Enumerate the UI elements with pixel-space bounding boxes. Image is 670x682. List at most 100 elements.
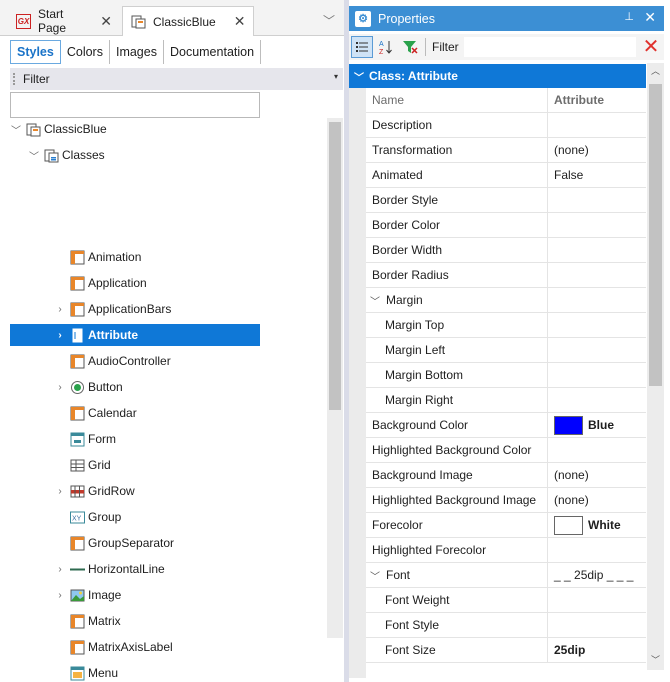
property-row[interactable]: Description bbox=[366, 113, 646, 138]
property-value[interactable] bbox=[548, 538, 646, 562]
clear-filter-icon[interactable]: ✕ bbox=[641, 36, 661, 58]
property-row[interactable]: Font Style bbox=[366, 613, 646, 638]
tree-filter-input[interactable] bbox=[10, 92, 260, 118]
tree-item-gridrow[interactable]: › GridRow bbox=[54, 480, 304, 502]
property-value[interactable] bbox=[548, 363, 646, 387]
chevron-down-icon[interactable]: ﹀ bbox=[28, 148, 40, 163]
property-value[interactable] bbox=[548, 588, 646, 612]
tab-styles[interactable]: Styles bbox=[10, 40, 61, 64]
property-row[interactable]: Transformation (none) bbox=[366, 138, 646, 163]
property-row[interactable]: Background Image (none) bbox=[366, 463, 646, 488]
property-value[interactable]: (none) bbox=[548, 138, 646, 162]
tree-folder-classes[interactable]: ﹀ Classes bbox=[28, 144, 278, 166]
close-icon[interactable]: ✕ bbox=[234, 13, 246, 30]
property-value[interactable]: White bbox=[548, 513, 646, 537]
chevron-down-icon[interactable]: ﹀ bbox=[10, 122, 22, 137]
color-swatch[interactable] bbox=[554, 515, 583, 535]
tree-item-form[interactable]: Form bbox=[54, 428, 304, 450]
properties-scrollbar-thumb[interactable] bbox=[649, 84, 662, 386]
property-value[interactable] bbox=[548, 213, 646, 237]
toolbar-overflow-icon[interactable]: ▾ bbox=[331, 72, 341, 86]
property-value[interactable]: Attribute bbox=[548, 88, 646, 112]
property-value[interactable]: (none) bbox=[548, 463, 646, 487]
property-value[interactable]: 25dip bbox=[548, 638, 646, 662]
chevron-down-icon[interactable]: ﹀ bbox=[370, 568, 380, 583]
tree-item-button[interactable]: › Button bbox=[54, 376, 304, 398]
property-value[interactable] bbox=[548, 438, 646, 462]
tree-item-applicationbars[interactable]: › ApplicationBars bbox=[54, 298, 304, 320]
property-value[interactable] bbox=[548, 263, 646, 287]
tree-item-grid[interactable]: Grid bbox=[54, 454, 304, 476]
property-row[interactable]: Border Radius bbox=[366, 263, 646, 288]
property-value[interactable] bbox=[548, 613, 646, 637]
tree-item-image[interactable]: › Image bbox=[54, 584, 304, 606]
property-row[interactable]: Margin Right bbox=[366, 388, 646, 413]
close-icon[interactable]: ✕ bbox=[644, 9, 656, 26]
chevron-right-icon[interactable]: › bbox=[54, 330, 66, 341]
tree-scrollbar-thumb[interactable] bbox=[329, 122, 341, 410]
tree-item-matrixaxislabel[interactable]: MatrixAxisLabel bbox=[54, 636, 304, 658]
property-value[interactable] bbox=[548, 338, 646, 362]
close-icon[interactable]: ✕ bbox=[100, 13, 112, 30]
property-row[interactable]: ﹀ Font _ _ 25dip _ _ _ bbox=[366, 563, 646, 588]
tree-item-attribute[interactable]: › Attribute bbox=[10, 324, 260, 346]
property-row[interactable]: Animated False bbox=[366, 163, 646, 188]
tree-item-matrix[interactable]: Matrix bbox=[54, 610, 304, 632]
property-row[interactable]: Background Color Blue bbox=[366, 413, 646, 438]
filter-icon[interactable] bbox=[399, 36, 421, 58]
property-row[interactable]: Border Style bbox=[366, 188, 646, 213]
class-category-header[interactable]: ﹀ Class: Attribute bbox=[349, 64, 646, 88]
property-value[interactable] bbox=[548, 388, 646, 412]
chevron-down-icon[interactable]: ﹀ bbox=[370, 293, 380, 308]
property-value[interactable]: (none) bbox=[548, 488, 646, 512]
property-value[interactable]: False bbox=[548, 163, 646, 187]
property-row[interactable]: Margin Bottom bbox=[366, 363, 646, 388]
chevron-right-icon[interactable]: › bbox=[54, 564, 66, 575]
property-row[interactable]: Highlighted Background Image (none) bbox=[366, 488, 646, 513]
chevron-right-icon[interactable]: › bbox=[54, 382, 66, 393]
tab-images[interactable]: Images bbox=[110, 40, 164, 64]
property-value[interactable]: _ _ 25dip _ _ _ bbox=[548, 563, 646, 587]
tree-item-application[interactable]: Application bbox=[54, 272, 304, 294]
tab-start-page[interactable]: GX Start Page ✕ bbox=[8, 6, 120, 36]
property-row[interactable]: Border Color bbox=[366, 213, 646, 238]
tree-item-menu[interactable]: Menu bbox=[54, 662, 304, 682]
tab-classicblue[interactable]: ClassicBlue ✕ bbox=[122, 6, 254, 36]
pin-icon[interactable]: ⊥ bbox=[624, 10, 634, 23]
chevron-right-icon[interactable]: › bbox=[54, 590, 66, 601]
property-value[interactable] bbox=[548, 188, 646, 212]
tree-item-calendar[interactable]: Calendar bbox=[54, 402, 304, 424]
tree-item-audiocontroller[interactable]: AudioController bbox=[54, 350, 304, 372]
property-row[interactable]: Font Weight bbox=[366, 588, 646, 613]
property-row[interactable]: ﹀ Margin bbox=[366, 288, 646, 313]
property-row[interactable]: Border Width bbox=[366, 238, 646, 263]
tree-item-groupseparator[interactable]: GroupSeparator bbox=[54, 532, 304, 554]
color-swatch[interactable] bbox=[554, 415, 583, 435]
chevron-down-icon[interactable]: ﹀ bbox=[323, 12, 335, 29]
property-value[interactable]: Blue bbox=[548, 413, 646, 437]
chevron-right-icon[interactable]: › bbox=[54, 304, 66, 315]
property-value[interactable] bbox=[548, 313, 646, 337]
tree-item-animation[interactable]: Animation bbox=[54, 246, 304, 268]
property-row[interactable]: Forecolor White bbox=[366, 513, 646, 538]
property-value[interactable] bbox=[548, 238, 646, 262]
property-row[interactable]: Margin Top bbox=[366, 313, 646, 338]
grip-icon[interactable] bbox=[13, 73, 15, 85]
tree-item-horizontalline[interactable]: › HorizontalLine bbox=[54, 558, 304, 580]
property-row[interactable]: Highlighted Forecolor bbox=[366, 538, 646, 563]
sort-alphabetical-icon[interactable]: AZ bbox=[375, 36, 397, 58]
property-row[interactable]: Margin Left bbox=[366, 338, 646, 363]
property-row[interactable]: Font Size 25dip bbox=[366, 638, 646, 663]
tab-colors[interactable]: Colors bbox=[61, 40, 110, 64]
property-row[interactable]: Highlighted Background Color bbox=[366, 438, 646, 463]
properties-filter-input[interactable] bbox=[463, 36, 637, 58]
tab-documentation[interactable]: Documentation bbox=[164, 40, 262, 64]
property-value[interactable] bbox=[548, 113, 646, 137]
chevron-right-icon[interactable]: › bbox=[54, 486, 66, 497]
chevron-down-icon[interactable]: ﹀ bbox=[349, 69, 369, 84]
property-value[interactable] bbox=[548, 288, 646, 312]
scroll-down-icon[interactable]: ﹀ bbox=[647, 652, 664, 668]
tree-item-group[interactable]: XY Group bbox=[54, 506, 304, 528]
tree-root[interactable]: ﹀ ClassicBlue bbox=[10, 118, 260, 140]
scroll-up-icon[interactable]: ︿ bbox=[647, 63, 664, 79]
